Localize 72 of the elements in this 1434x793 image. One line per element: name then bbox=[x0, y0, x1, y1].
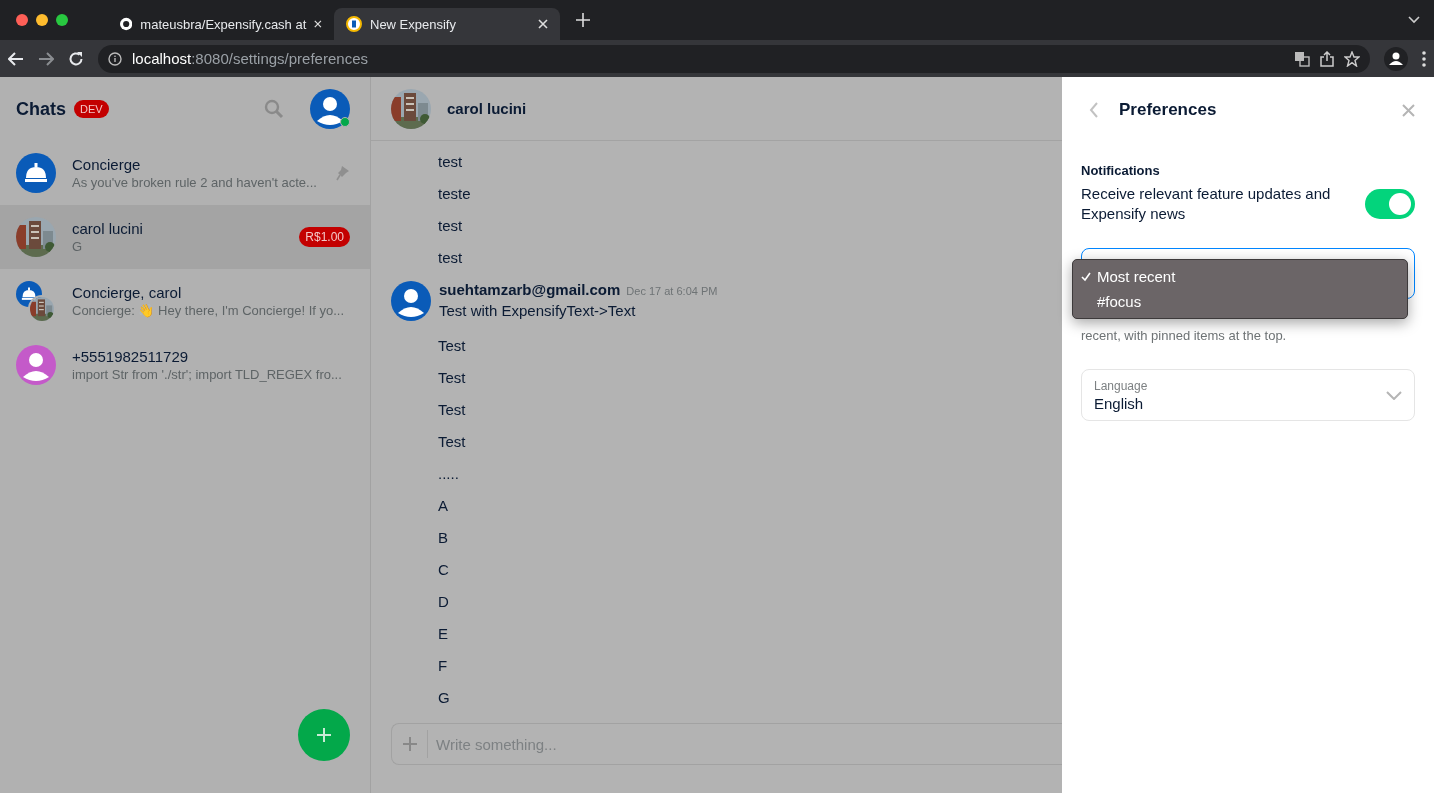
section-heading: Notifications bbox=[1081, 163, 1161, 178]
menu-option[interactable]: Most recent bbox=[1073, 264, 1407, 289]
amount-badge: R$1.00 bbox=[299, 227, 350, 247]
close-window-button[interactable] bbox=[16, 14, 28, 26]
chat-name: Concierge, carol bbox=[72, 284, 183, 301]
sidebar-title: Chats bbox=[16, 98, 66, 120]
info-icon bbox=[108, 51, 122, 66]
menu-icon[interactable] bbox=[1422, 50, 1426, 67]
message-text: Test bbox=[438, 368, 466, 386]
menu-option[interactable]: #focus bbox=[1073, 289, 1407, 314]
chat-preview: G bbox=[72, 239, 84, 254]
browser-tab[interactable]: New Expensify bbox=[334, 8, 560, 40]
bell-icon bbox=[16, 153, 56, 193]
message-text: F bbox=[438, 656, 448, 674]
chat-list-item[interactable]: Concierge, carol Concierge: 👋 Hey there, I'm Concierge! If yo... bbox=[0, 269, 370, 333]
hint-text: recent, with pinned items at the top. bbox=[1081, 327, 1288, 345]
message-time: Dec 17 at 6:04 PM bbox=[626, 285, 718, 297]
message-text: D bbox=[438, 592, 449, 610]
close-icon[interactable] bbox=[538, 19, 548, 29]
plus-icon bbox=[576, 12, 590, 27]
zoom-window-button[interactable] bbox=[56, 14, 68, 26]
chat-name: Concierge bbox=[72, 156, 142, 173]
share-icon[interactable] bbox=[1320, 50, 1334, 67]
panel-title: Preferences bbox=[1119, 100, 1218, 120]
language-select[interactable]: Language English bbox=[1081, 369, 1415, 421]
message-text: Test with ExpensifyText->Text bbox=[439, 302, 637, 319]
plus-icon bbox=[316, 727, 332, 743]
close-icon[interactable] bbox=[314, 19, 322, 29]
environment-badge: DEV bbox=[74, 100, 109, 118]
setting-label: Receive relevant feature updates and Expensify news bbox=[1081, 184, 1332, 224]
forward-icon[interactable] bbox=[38, 51, 54, 66]
minimize-window-button[interactable] bbox=[36, 14, 48, 26]
chat-preview: As you've broken rule 2 and haven't acte... bbox=[72, 175, 318, 190]
profile-avatar-icon bbox=[310, 89, 350, 129]
url-text: localhost:8080/settings/preferences bbox=[132, 50, 369, 67]
sender-name: suehtamzarb@gmail.com bbox=[439, 281, 621, 298]
chat-name: +5551982511729 bbox=[72, 348, 190, 365]
message-text: ..... bbox=[438, 464, 459, 482]
message-text: Test bbox=[438, 432, 466, 450]
online-status-dot bbox=[340, 117, 350, 127]
toggle-switch[interactable] bbox=[1365, 189, 1415, 219]
chevron-down-icon bbox=[1386, 390, 1402, 400]
plus-icon bbox=[401, 736, 418, 752]
message-text: Test bbox=[438, 336, 466, 354]
message-text: G bbox=[438, 688, 450, 706]
chat-name: carol lucini bbox=[72, 220, 144, 237]
browser-tab[interactable]: mateusbra/Expensify.cash at bbox=[108, 8, 334, 40]
chat-title: carol lucini bbox=[447, 100, 527, 117]
chat-preview: import Str from './str'; import TLD_REGEX fro... bbox=[72, 367, 343, 382]
message-text: test bbox=[438, 248, 463, 266]
address-bar[interactable]: localhost:8080/settings/preferences bbox=[98, 44, 1370, 73]
back-icon[interactable] bbox=[8, 51, 24, 66]
message-text: A bbox=[438, 496, 448, 514]
message-text: E bbox=[438, 624, 448, 642]
message-text: teste bbox=[438, 184, 471, 202]
chat-list-item[interactable]: carol lucini G R$1.00 bbox=[0, 205, 370, 269]
chat-preview: Concierge: 👋 Hey there, I'm Concierge! If yo... bbox=[72, 303, 346, 318]
profile-icon[interactable] bbox=[1384, 46, 1408, 71]
message-text: test bbox=[438, 216, 463, 234]
avatar-icon bbox=[16, 345, 56, 385]
message-text: B bbox=[438, 528, 448, 546]
message-text: C bbox=[438, 560, 449, 578]
reload-icon[interactable] bbox=[68, 50, 84, 67]
chevron-down-icon[interactable] bbox=[1408, 16, 1420, 24]
sender-avatar-icon bbox=[391, 281, 431, 321]
message-text: test bbox=[438, 152, 463, 170]
letter-logo-icon bbox=[346, 16, 362, 32]
star-icon[interactable] bbox=[1344, 50, 1360, 67]
chat-list-item[interactable]: +5551982511729 import Str from './str'; import TLD_REGEX fro... bbox=[0, 333, 370, 397]
chat-list-item[interactable]: Concierge As you've broken rule 2 and haven't acte... bbox=[0, 141, 370, 205]
message-text: Test bbox=[438, 400, 466, 418]
translate-icon[interactable] bbox=[1294, 50, 1310, 67]
